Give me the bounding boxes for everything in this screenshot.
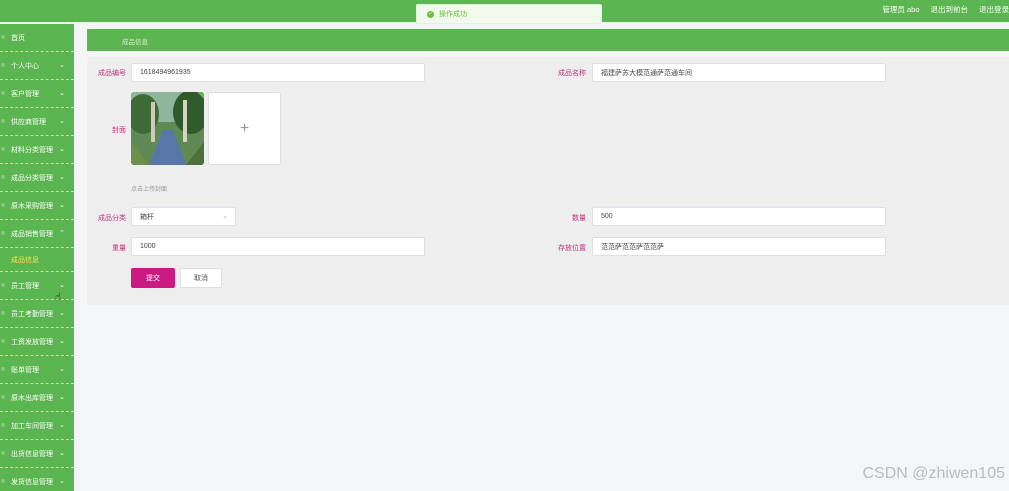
chevron-down-icon: ⌄ — [59, 450, 65, 457]
chevron-down-icon: ⌄ — [59, 118, 65, 125]
location-label: 存放位置 — [558, 245, 586, 252]
chevron-down-icon: ⌄ — [59, 478, 65, 485]
menu-dot-icon — [1, 283, 5, 287]
pointer-cursor-icon: ☝ — [55, 292, 62, 303]
quantity-label: 数量 — [572, 215, 586, 222]
category-select[interactable]: 箱杆 ⌄ — [131, 207, 236, 226]
chevron-up-icon: ⌃ — [59, 230, 65, 237]
upload-tip: 点击上传封面 — [131, 187, 168, 193]
menu-dot-icon — [1, 367, 5, 371]
success-toast: ✓ 操作成功 — [416, 4, 602, 24]
watermark: CSDN @zhiwen105 — [862, 465, 1005, 482]
submit-button[interactable]: 提交 — [131, 268, 175, 288]
menu-dot-icon — [1, 311, 5, 315]
upload-add-button[interactable]: + — [208, 92, 281, 165]
chevron-down-icon: ⌄ — [59, 62, 65, 69]
sidebar-item-salary[interactable]: 工资发放管理 ⌄ — [0, 328, 74, 356]
chevron-down-icon: ⌄ — [59, 338, 65, 345]
menu-dot-icon — [1, 451, 5, 455]
location-input[interactable]: 范范萨范范萨范范萨 — [592, 237, 886, 256]
chevron-down-icon: ⌄ — [59, 90, 65, 97]
sidebar-item-bills[interactable]: 账单管理 ⌄ — [0, 356, 74, 384]
name-label: 成品名称 — [558, 70, 586, 77]
code-label: 成品编号 — [98, 70, 126, 77]
code-input[interactable]: 1618494961935 — [131, 63, 425, 82]
menu-dot-icon — [1, 479, 5, 483]
weight-input[interactable]: 1000 — [131, 237, 425, 256]
chevron-down-icon: ⌄ — [59, 310, 65, 317]
logout-link[interactable]: 退出登录 — [979, 4, 1009, 15]
menu-dot-icon — [1, 231, 5, 235]
sidebar: 首页 个人中心 ⌄ 客户管理 ⌄ 供应商管理 ⌄ 材料分类管理 ⌄ 成品分类管理 ⌄ 原木… — [0, 24, 74, 491]
category-selected-value: 箱杆 — [140, 213, 154, 221]
menu-dot-icon — [1, 203, 5, 207]
breadcrumb: 成品信息 — [122, 39, 148, 46]
chevron-down-icon: ⌄ — [222, 213, 228, 220]
sidebar-item-shipment-info[interactable]: 出货信息管理 ⌄ — [0, 440, 74, 468]
menu-dot-icon — [1, 63, 5, 67]
sidebar-item-customers[interactable]: 客户管理 ⌄ — [0, 80, 74, 108]
plus-icon: + — [239, 119, 250, 137]
menu-dot-icon — [1, 423, 5, 427]
check-circle-icon: ✓ — [427, 10, 434, 18]
sidebar-subitem-product-info[interactable]: 成品信息 — [0, 248, 74, 272]
menu-dot-icon — [1, 175, 5, 179]
chevron-down-icon: ⌄ — [59, 174, 65, 181]
menu-dot-icon — [1, 35, 5, 39]
sidebar-item-material-categories[interactable]: 材料分类管理 ⌄ — [0, 136, 74, 164]
sidebar-item-product-sales[interactable]: 成品销售管理 ⌃ — [0, 220, 74, 248]
sidebar-item-personal-center[interactable]: 个人中心 ⌄ — [0, 52, 74, 80]
chevron-down-icon: ⌄ — [59, 282, 65, 289]
cover-photo-icon — [131, 92, 204, 165]
menu-dot-icon — [1, 395, 5, 399]
sidebar-item-attendance[interactable]: 员工考勤管理 ⌄ — [0, 300, 74, 328]
admin-user-label: 管理员 abo — [882, 4, 920, 14]
sidebar-item-employees[interactable]: 员工管理 ⌄ — [0, 272, 74, 300]
sidebar-item-log-outbound[interactable]: 原木出库管理 ⌄ — [0, 384, 74, 412]
sidebar-item-home[interactable]: 首页 — [0, 24, 74, 52]
sidebar-item-suppliers[interactable]: 供应商管理 ⌄ — [0, 108, 74, 136]
chevron-down-icon: ⌄ — [59, 146, 65, 153]
menu-dot-icon — [1, 147, 5, 151]
name-input[interactable]: 福建萨苏大模范通萨范通车间 — [592, 63, 886, 82]
weight-label: 重量 — [112, 245, 126, 252]
chevron-down-icon: ⌄ — [59, 366, 65, 373]
breadcrumb-bar: 成品信息 — [87, 29, 1009, 51]
sidebar-item-delivery-info[interactable]: 发货信息管理 ⌄ — [0, 468, 74, 491]
menu-dot-icon — [1, 91, 5, 95]
menu-dot-icon — [1, 119, 5, 123]
sidebar-item-product-categories[interactable]: 成品分类管理 ⌄ — [0, 164, 74, 192]
toast-message: 操作成功 — [439, 11, 467, 18]
chevron-down-icon: ⌄ — [59, 422, 65, 429]
quantity-input[interactable]: 500 — [592, 207, 886, 226]
back-to-frontend-link[interactable]: 退出到前台 — [931, 4, 969, 15]
cover-label: 封面 — [112, 127, 126, 134]
menu-dot-icon — [1, 339, 5, 343]
sidebar-item-workshop[interactable]: 加工车间管理 ⌄ — [0, 412, 74, 440]
chevron-down-icon: ⌄ — [59, 202, 65, 209]
sidebar-item-log-purchase[interactable]: 原木采购管理 ⌄ — [0, 192, 74, 220]
top-links: 管理员 abo 退出到前台 退出登录 — [882, 0, 1009, 18]
category-label: 成品分类 — [98, 215, 126, 222]
cover-image[interactable] — [131, 92, 204, 165]
cancel-button[interactable]: 取消 — [180, 268, 222, 288]
chevron-down-icon: ⌄ — [59, 394, 65, 401]
